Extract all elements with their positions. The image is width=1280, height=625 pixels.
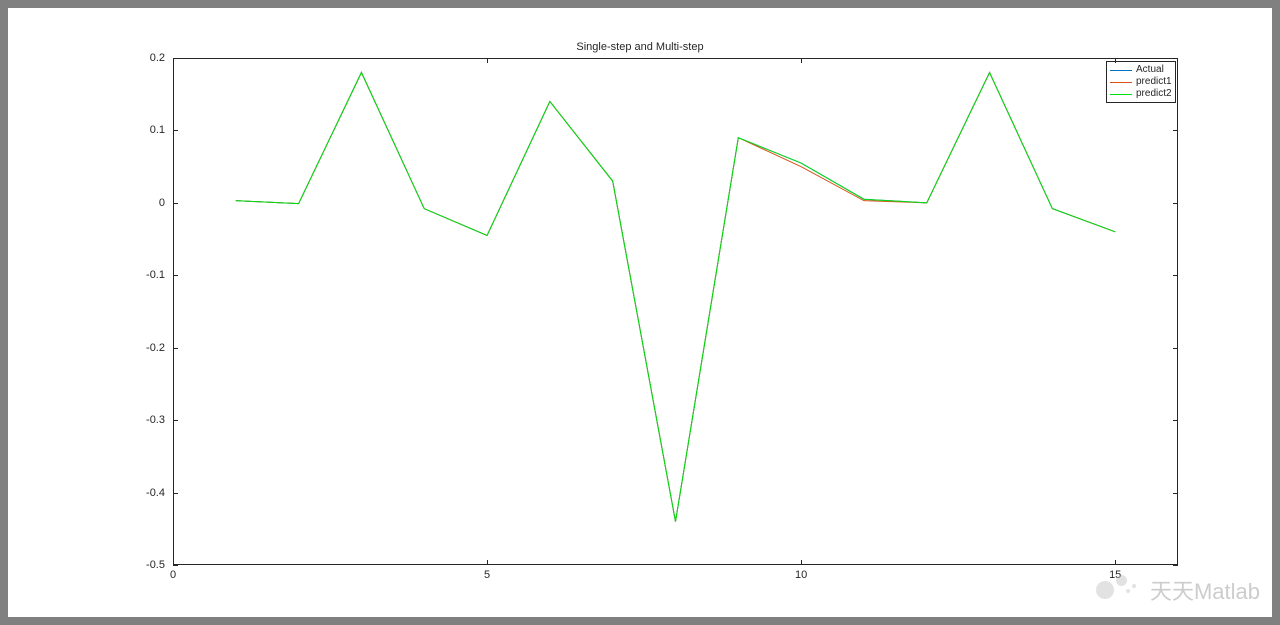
y-tick-mark	[173, 203, 178, 204]
legend-item[interactable]: predict2	[1110, 88, 1172, 100]
y-tick-mark	[1173, 275, 1178, 276]
legend[interactable]: Actualpredict1predict2	[1106, 61, 1176, 103]
legend-swatch	[1110, 70, 1132, 71]
y-tick-mark	[173, 420, 178, 421]
y-tick-label: -0.4	[125, 487, 165, 499]
y-tick-mark	[173, 565, 178, 566]
y-tick-label: -0.2	[125, 342, 165, 354]
y-tick-label: -0.3	[125, 414, 165, 426]
y-tick-mark	[173, 493, 178, 494]
legend-item[interactable]: predict1	[1110, 76, 1172, 88]
legend-swatch	[1110, 94, 1132, 95]
x-tick-mark	[173, 560, 174, 565]
y-tick-label: 0.1	[125, 124, 165, 136]
legend-label: predict2	[1136, 88, 1172, 100]
legend-swatch	[1110, 82, 1132, 83]
x-tick-mark	[487, 58, 488, 63]
y-tick-mark	[173, 348, 178, 349]
y-tick-label: -0.5	[125, 559, 165, 571]
y-tick-label: 0	[125, 197, 165, 209]
x-tick-mark	[801, 58, 802, 63]
legend-label: predict1	[1136, 76, 1172, 88]
y-tick-mark	[1173, 130, 1178, 131]
legend-item[interactable]: Actual	[1110, 64, 1172, 76]
x-tick-mark	[1115, 58, 1116, 63]
y-tick-mark	[1173, 493, 1178, 494]
watermark-text: 天天Matlab	[1150, 574, 1260, 606]
x-tick-mark	[801, 560, 802, 565]
figure-window: Single-step and Multi-step Actualpredict…	[8, 8, 1272, 617]
y-tick-mark	[173, 275, 178, 276]
x-tick-mark	[173, 58, 174, 63]
x-tick-label: 0	[170, 569, 176, 581]
y-tick-mark	[173, 130, 178, 131]
y-tick-mark	[1173, 58, 1178, 59]
x-tick-mark	[1115, 560, 1116, 565]
watermark: 天天Matlab	[1094, 573, 1260, 607]
chart-title: Single-step and Multi-step	[8, 41, 1272, 53]
y-tick-label: -0.1	[125, 269, 165, 281]
legend-label: Actual	[1136, 64, 1164, 76]
y-tick-mark	[1173, 348, 1178, 349]
y-tick-mark	[1173, 420, 1178, 421]
y-tick-mark	[1173, 203, 1178, 204]
axes[interactable]	[173, 58, 1178, 565]
watermark-icon	[1094, 573, 1142, 607]
x-tick-label: 5	[484, 569, 490, 581]
y-tick-label: 0.2	[125, 52, 165, 64]
x-tick-mark	[487, 560, 488, 565]
x-tick-label: 10	[795, 569, 807, 581]
y-tick-mark	[1173, 565, 1178, 566]
